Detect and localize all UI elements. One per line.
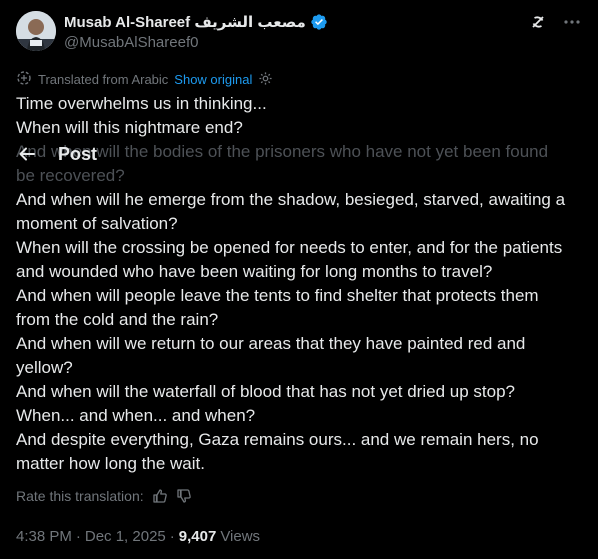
author-display-name[interactable]: Musab Al-Shareef مصعب الشريف xyxy=(64,13,306,31)
post-line: When will the crossing be opened for nee… xyxy=(16,238,563,257)
translation-notice: Translated from Arabic Show original xyxy=(16,70,273,89)
post-line: And when will the bodies of the prisoner… xyxy=(16,142,549,161)
post-date[interactable]: Dec 1, 2025 xyxy=(85,528,166,545)
avatar[interactable] xyxy=(16,11,56,51)
post-line: and wounded who have been waiting for lo… xyxy=(16,262,493,281)
views-count: 9,407 xyxy=(178,528,217,545)
grok-icon[interactable] xyxy=(528,12,548,32)
rate-translation: Rate this translation: xyxy=(16,488,192,504)
post-line: be recovered? xyxy=(16,166,125,185)
post-line: Time overwhelms us in thinking... xyxy=(16,94,267,113)
post-line: When... and when... and when? xyxy=(16,406,256,425)
post-line: yellow? xyxy=(16,358,73,377)
post-line: And when will he emerge from the shadow,… xyxy=(16,190,566,209)
back-arrow-icon[interactable] xyxy=(16,143,38,165)
translate-icon xyxy=(16,70,32,89)
post-line: from the cold and the rain? xyxy=(16,310,219,329)
more-icon[interactable] xyxy=(562,12,582,32)
post-line: And when will people leave the tents to … xyxy=(16,286,539,305)
separator-dot: · xyxy=(169,528,175,545)
page-title: Post xyxy=(58,143,98,164)
post-line: matter how long the wait. xyxy=(16,454,205,473)
post-time[interactable]: 4:38 PM xyxy=(16,528,72,545)
show-original-link[interactable]: Show original xyxy=(174,72,252,87)
post-line: When will this nightmare end? xyxy=(16,118,243,137)
post-line: And when will we return to our areas tha… xyxy=(16,334,526,353)
author-handle[interactable]: @MusabAlShareef0 xyxy=(64,34,198,51)
translation-label: Translated from Arabic xyxy=(38,72,169,87)
post-text: Time overwhelms us in thinking... When w… xyxy=(16,92,586,476)
post-line: moment of salvation? xyxy=(16,214,178,233)
post-line: And when will the waterfall of blood tha… xyxy=(16,382,515,401)
views-label: Views xyxy=(220,528,261,545)
separator-dot: · xyxy=(75,528,81,545)
thumbs-down-icon[interactable] xyxy=(176,488,192,504)
thumbs-up-icon[interactable] xyxy=(152,488,168,504)
gear-icon[interactable] xyxy=(258,71,273,89)
post-line: And despite everything, Gaza remains our… xyxy=(16,430,539,449)
rate-label: Rate this translation: xyxy=(16,488,144,504)
post-meta: 4:38 PM · Dec 1, 2025 · 9,407 Views xyxy=(16,528,260,545)
post-header: Post xyxy=(16,143,97,165)
verified-badge-icon xyxy=(310,13,328,31)
